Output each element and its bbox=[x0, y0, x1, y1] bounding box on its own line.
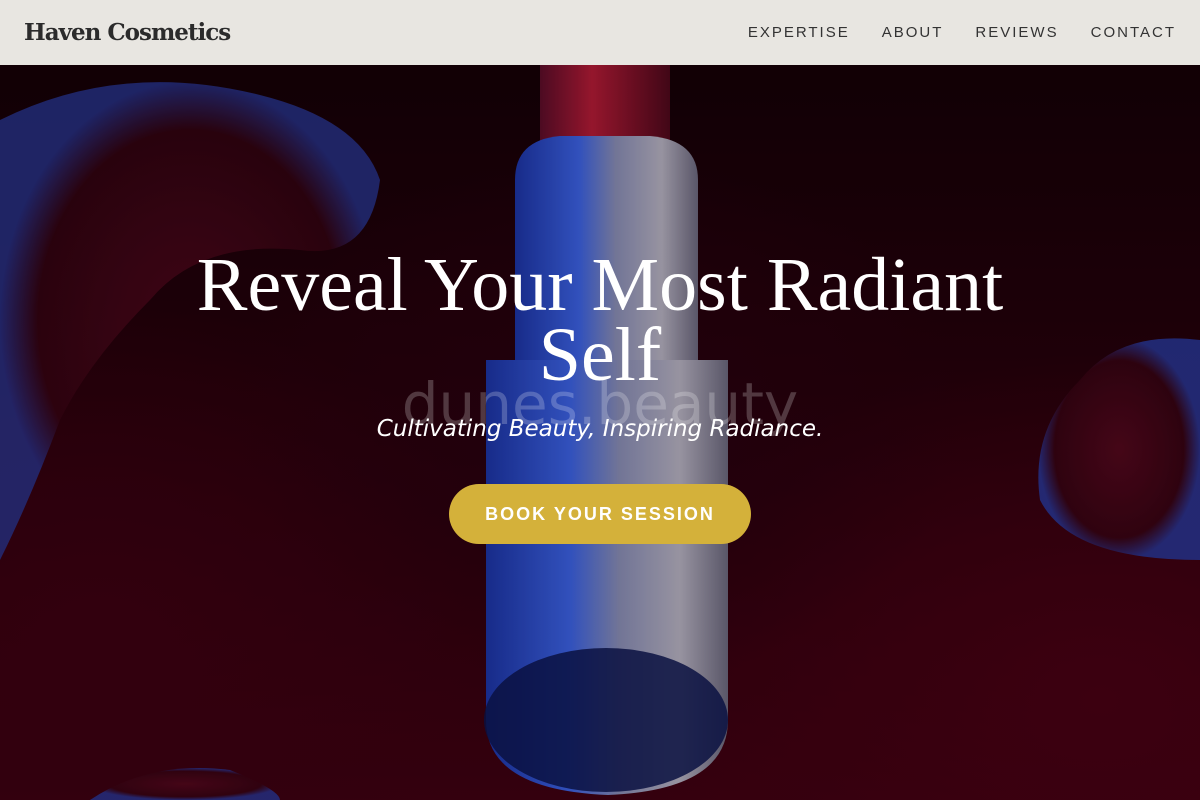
hero-headline: Reveal Your Most Radiant Self bbox=[196, 243, 1004, 397]
main-nav: EXPERTISE ABOUT REVIEWS CONTACT bbox=[748, 24, 1176, 41]
hero-section: Reveal Your Most Radiant Self Cultivatin… bbox=[0, 243, 1200, 544]
nav-link-expertise[interactable]: EXPERTISE bbox=[748, 24, 850, 41]
nav-link-reviews[interactable]: REVIEWS bbox=[975, 24, 1058, 41]
site-header: Haven Cosmetics EXPERTISE ABOUT REVIEWS … bbox=[0, 0, 1200, 65]
nav-link-about[interactable]: ABOUT bbox=[882, 24, 944, 41]
page: Haven Cosmetics EXPERTISE ABOUT REVIEWS … bbox=[0, 0, 1200, 800]
hero-tagline: Cultivating Beauty, Inspiring Radiance. bbox=[376, 416, 824, 442]
nav-link-contact[interactable]: CONTACT bbox=[1091, 24, 1176, 41]
book-session-button[interactable]: BOOK YOUR SESSION bbox=[449, 484, 751, 544]
brand-logo-link[interactable]: Haven Cosmetics bbox=[24, 19, 231, 46]
